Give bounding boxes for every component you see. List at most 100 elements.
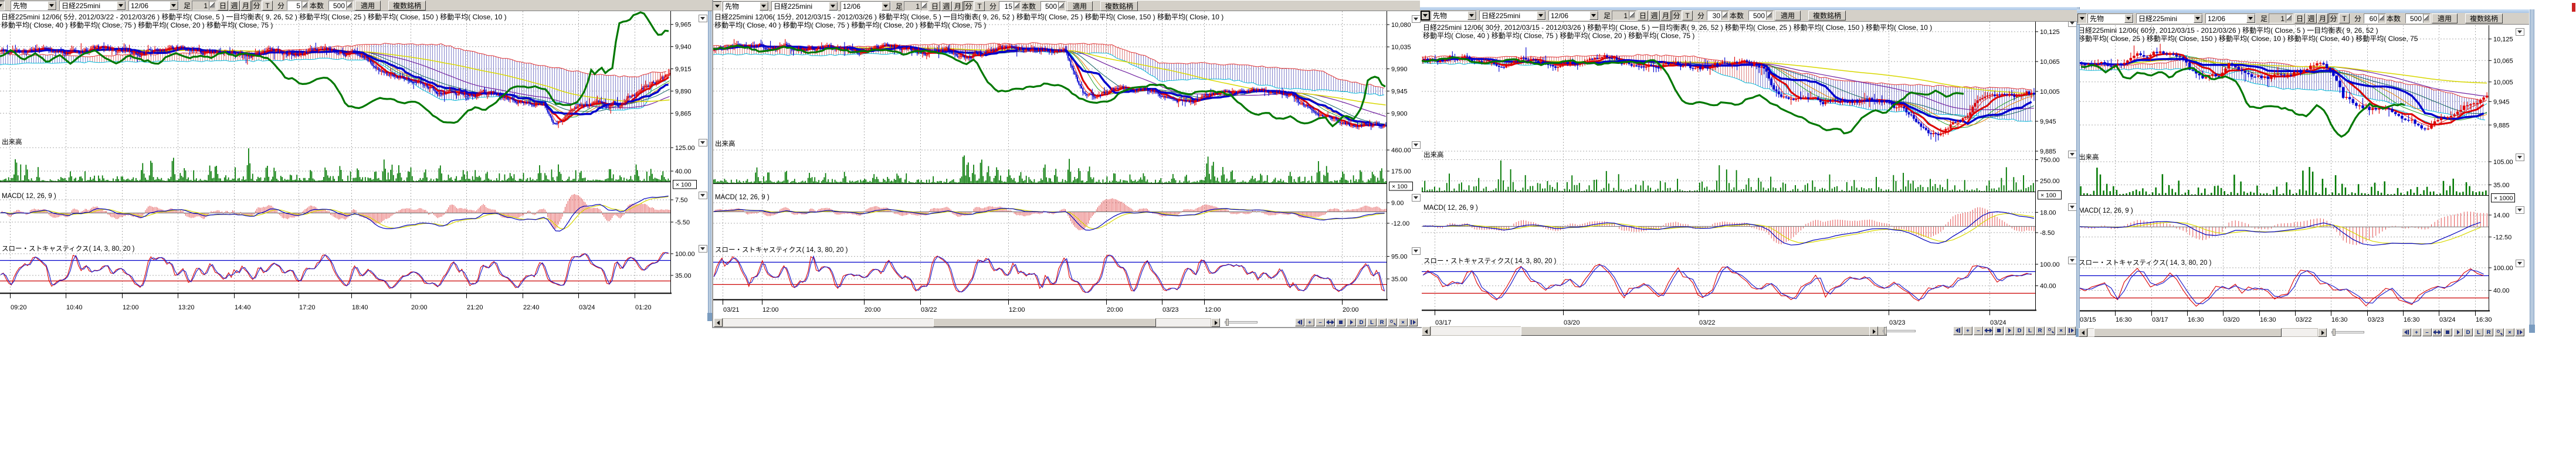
svg-text:03/15: 03/15 (2080, 316, 2096, 323)
svg-text:16:30: 16:30 (2476, 316, 2492, 323)
svg-text:35.00: 35.00 (2493, 182, 2510, 189)
svg-text:移動平均( Close, 40 ) 移動平均( Close: 移動平均( Close, 40 ) 移動平均( Close, 75 ) 移動平均… (714, 21, 986, 29)
svg-text:10,035: 10,035 (1391, 44, 1411, 51)
svg-text:175.00: 175.00 (1391, 168, 1411, 175)
svg-text:35.00: 35.00 (1391, 276, 1408, 283)
svg-text:9,890: 9,890 (675, 88, 692, 95)
svg-text:-12.50: -12.50 (2493, 234, 2511, 241)
svg-text:MACD( 12, 26, 9 ): MACD( 12, 26, 9 ) (2079, 207, 2133, 214)
svg-text:20:00: 20:00 (1343, 306, 1359, 313)
svg-text:16:30: 16:30 (2260, 316, 2276, 323)
svg-text:03/21: 03/21 (723, 306, 740, 313)
svg-text:03/22: 03/22 (1699, 319, 1716, 326)
svg-text:18:40: 18:40 (352, 304, 368, 311)
svg-text:20:00: 20:00 (865, 306, 881, 313)
svg-text:20:00: 20:00 (411, 304, 428, 311)
svg-text:スロー・ストキャスティクス( 14, 3, 80, 20 ): スロー・ストキャスティクス( 14, 3, 80, 20 ) (715, 246, 848, 254)
svg-text:16:30: 16:30 (2404, 316, 2420, 323)
svg-text:9,885: 9,885 (2493, 122, 2510, 129)
svg-text:9.00: 9.00 (1391, 200, 1404, 207)
svg-text:03/17: 03/17 (1435, 319, 1452, 326)
svg-text:移動平均( Close, 40 ) 移動平均( Close: 移動平均( Close, 40 ) 移動平均( Close, 75 ) 移動平均… (1423, 32, 1694, 40)
svg-text:14:40: 14:40 (235, 304, 251, 311)
svg-text:× 100: × 100 (676, 182, 692, 189)
svg-text:日経225mini 12/06( 60分, 2012/03/: 日経225mini 12/06( 60分, 2012/03/15 - 2012/… (2078, 26, 2378, 35)
svg-text:750.00: 750.00 (2040, 156, 2060, 163)
svg-text:7.50: 7.50 (675, 197, 687, 204)
svg-text:460.00: 460.00 (1391, 147, 1411, 154)
svg-text:14.00: 14.00 (2493, 212, 2510, 219)
svg-text:03/24: 03/24 (2439, 316, 2456, 323)
svg-text:MACD( 12, 26, 9 ): MACD( 12, 26, 9 ) (715, 194, 770, 201)
svg-text:17:20: 17:20 (299, 304, 316, 311)
svg-text:出来高: 出来高 (2, 138, 22, 146)
svg-text:出来高: 出来高 (1423, 151, 1444, 159)
svg-text:10,080: 10,080 (1391, 22, 1411, 29)
svg-text:-5.50: -5.50 (675, 219, 690, 226)
svg-text:日経225mini 12/06( 15分, 2012/03/: 日経225mini 12/06( 15分, 2012/03/15 - 2012/… (714, 13, 1223, 21)
svg-text:01:20: 01:20 (635, 304, 652, 311)
svg-text:9,940: 9,940 (675, 44, 692, 51)
svg-text:9,885: 9,885 (2040, 148, 2056, 155)
svg-text:40.00: 40.00 (2493, 288, 2510, 295)
svg-text:40.00: 40.00 (675, 168, 692, 175)
svg-text:21:20: 21:20 (467, 304, 483, 311)
svg-text:22:40: 22:40 (523, 304, 540, 311)
svg-text:出来高: 出来高 (2079, 153, 2099, 161)
svg-text:12:00: 12:00 (762, 306, 779, 313)
svg-text:18.00: 18.00 (2040, 209, 2056, 216)
svg-text:9,990: 9,990 (1391, 66, 1408, 73)
svg-text:× 100: × 100 (1392, 183, 1408, 190)
svg-text:100.00: 100.00 (675, 251, 695, 258)
svg-text:10:40: 10:40 (66, 304, 83, 311)
svg-text:12:00: 12:00 (1009, 306, 1025, 313)
svg-text:9,865: 9,865 (675, 110, 692, 117)
svg-text:× 100: × 100 (2041, 192, 2056, 199)
svg-text:移動平均( Close, 25 ) 移動平均( Close: 移動平均( Close, 25 ) 移動平均( Close, 150 ) 移動平… (2078, 35, 2418, 43)
svg-text:10,065: 10,065 (2040, 59, 2060, 66)
svg-text:03/17: 03/17 (2152, 316, 2168, 323)
svg-text:16:30: 16:30 (2116, 316, 2132, 323)
svg-text:-12.00: -12.00 (1391, 220, 1409, 227)
svg-text:03/22: 03/22 (921, 306, 937, 313)
svg-text:10,005: 10,005 (2493, 79, 2513, 86)
svg-text:12:00: 12:00 (1205, 306, 1221, 313)
svg-text:10,125: 10,125 (2040, 29, 2060, 36)
svg-text:スロー・ストキャスティクス( 14, 3, 80, 20 ): スロー・ストキャスティクス( 14, 3, 80, 20 ) (2, 245, 135, 253)
svg-text:9,965: 9,965 (675, 22, 692, 29)
svg-text:× 1000: × 1000 (2494, 195, 2513, 202)
svg-text:MACD( 12, 26, 9 ): MACD( 12, 26, 9 ) (2, 193, 56, 200)
svg-text:9,945: 9,945 (1391, 88, 1408, 95)
svg-text:10,125: 10,125 (2493, 36, 2513, 43)
svg-text:35.00: 35.00 (675, 272, 692, 279)
svg-text:16:30: 16:30 (2331, 316, 2348, 323)
svg-text:出来高: 出来高 (715, 139, 735, 148)
svg-text:スロー・ストキャスティクス( 14, 3, 80, 20 ): スロー・ストキャスティクス( 14, 3, 80, 20 ) (2079, 259, 2212, 267)
svg-text:10,005: 10,005 (2040, 88, 2060, 96)
svg-text:移動平均( Close, 40 ) 移動平均( Close: 移動平均( Close, 40 ) 移動平均( Close, 75 ) 移動平均… (1, 21, 273, 29)
svg-text:09:20: 09:20 (11, 304, 27, 311)
svg-text:03/20: 03/20 (2224, 316, 2240, 323)
svg-text:03/24: 03/24 (579, 304, 595, 311)
svg-text:9,945: 9,945 (2040, 118, 2056, 125)
svg-text:9,900: 9,900 (1391, 110, 1408, 117)
svg-text:03/24: 03/24 (1990, 319, 2006, 326)
svg-text:100.00: 100.00 (2493, 265, 2513, 272)
svg-text:125.00: 125.00 (675, 145, 695, 152)
svg-text:03/22: 03/22 (2296, 316, 2312, 323)
svg-text:03/20: 03/20 (1564, 319, 1580, 326)
svg-text:100.00: 100.00 (2040, 261, 2060, 268)
svg-text:03/23: 03/23 (1889, 319, 1906, 326)
svg-text:03/23: 03/23 (2368, 316, 2384, 323)
svg-text:95.00: 95.00 (1391, 254, 1408, 261)
svg-text:日経225mini 12/06( 30分, 2012/03/: 日経225mini 12/06( 30分, 2012/03/15 - 2012/… (1423, 23, 1932, 32)
svg-text:MACD( 12, 26, 9 ): MACD( 12, 26, 9 ) (1423, 204, 1478, 212)
svg-text:20:00: 20:00 (1107, 306, 1123, 313)
svg-text:スロー・ストキャスティクス( 14, 3, 80, 20 ): スロー・ストキャスティクス( 14, 3, 80, 20 ) (1423, 257, 1557, 265)
svg-text:-8.50: -8.50 (2040, 230, 2055, 237)
svg-text:日経225mini 12/06( 5分, 2012/03/2: 日経225mini 12/06( 5分, 2012/03/22 - 2012/0… (1, 13, 507, 21)
svg-text:40.00: 40.00 (2040, 283, 2056, 290)
svg-text:16:30: 16:30 (2188, 316, 2204, 323)
svg-text:03/23: 03/23 (1162, 306, 1179, 313)
svg-text:13:20: 13:20 (178, 304, 195, 311)
